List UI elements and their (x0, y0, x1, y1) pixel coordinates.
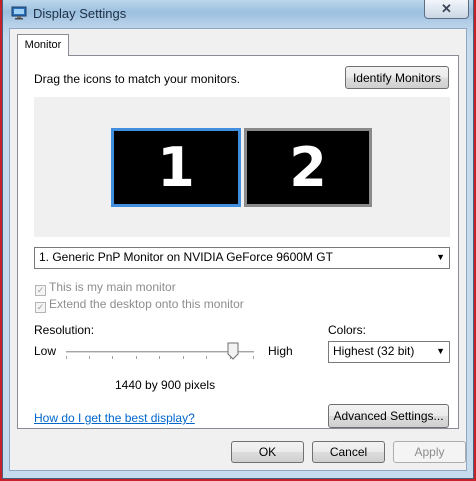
colors-select-value: Highest (32 bit) (333, 344, 415, 358)
resolution-label: Resolution: (34, 323, 95, 337)
dropdown-arrow-icon: ▼ (436, 346, 445, 356)
resolution-slider-thumb[interactable] (227, 342, 239, 360)
monitor-select-value: 1. Generic PnP Monitor on NVIDIA GeForce… (39, 250, 333, 264)
resolution-slider-track[interactable] (66, 351, 254, 359)
colors-label: Colors: (328, 323, 367, 337)
display-settings-icon (11, 6, 27, 20)
monitor-arrangement-area: 1 2 (34, 97, 450, 237)
ok-button[interactable]: OK (231, 441, 304, 463)
advanced-settings-button[interactable]: Advanced Settings... (328, 404, 449, 428)
main-monitor-label: This is my main monitor (49, 280, 176, 294)
extend-desktop-option: ✓ Extend the desktop onto this monitor (35, 297, 244, 313)
extend-desktop-label: Extend the desktop onto this monitor (49, 297, 244, 311)
instruction-text: Drag the icons to match your monitors. (34, 72, 241, 86)
main-monitor-checkbox[interactable]: ✓ (35, 285, 46, 296)
apply-button[interactable]: Apply (393, 441, 466, 463)
main-monitor-option: ✓ This is my main monitor (35, 280, 176, 296)
dropdown-arrow-icon: ▼ (436, 252, 445, 262)
cancel-button[interactable]: Cancel (312, 441, 385, 463)
tab-monitor[interactable]: Monitor (17, 34, 69, 56)
close-icon: ✕ (441, 1, 452, 16)
monitor-select[interactable]: 1. Generic PnP Monitor on NVIDIA GeForce… (34, 247, 450, 269)
dialog-client-area: Monitor Drag the icons to match your mon… (9, 28, 467, 471)
extend-desktop-checkbox[interactable]: ✓ (35, 302, 46, 313)
help-link[interactable]: How do I get the best display? (34, 411, 195, 425)
title-bar[interactable]: Display Settings ✕ (3, 0, 473, 26)
monitor-1-icon[interactable]: 1 (111, 128, 241, 207)
window-title: Display Settings (33, 6, 127, 21)
display-settings-window: Display Settings ✕ Monitor Drag the icon… (2, 0, 474, 479)
identify-monitors-button[interactable]: Identify Monitors (345, 66, 449, 89)
resolution-low-label: Low (34, 344, 57, 358)
close-button[interactable]: ✕ (424, 0, 469, 19)
monitor-2-icon[interactable]: 2 (244, 128, 372, 207)
resolution-high-label: High (268, 344, 293, 358)
colors-select[interactable]: Highest (32 bit) ▼ (328, 341, 450, 363)
resolution-value: 1440 by 900 pixels (115, 378, 216, 392)
monitor-tab-panel: Drag the icons to match your monitors. I… (17, 55, 459, 429)
